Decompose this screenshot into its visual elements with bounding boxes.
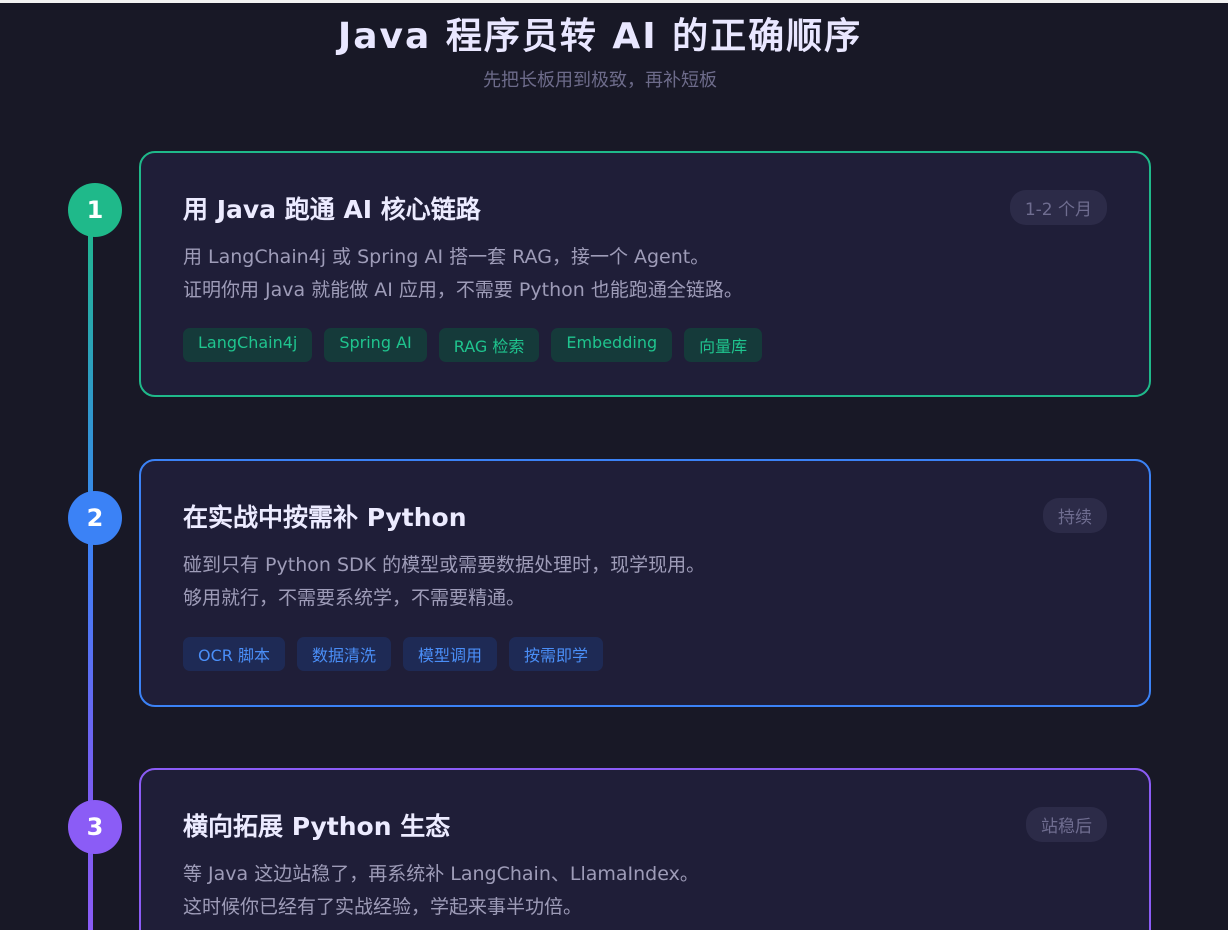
tag: 按需即学 <box>509 637 604 671</box>
step-2-card: 在实战中按需补 Python 持续 碰到只有 Python SDK 的模型或需要… <box>139 459 1151 707</box>
tag: 向量库 <box>684 328 763 362</box>
step-2-title: 在实战中按需补 Python <box>183 503 467 532</box>
step-3-card: 横向拓展 Python 生态 站稳后 等 Java 这边站稳了，再系统补 Lan… <box>139 768 1151 930</box>
step-1-description: 用 LangChain4j 或 Spring AI 搭一套 RAG，接一个 Ag… <box>183 241 743 307</box>
step-1-tags: LangChain4j Spring AI RAG 检索 Embedding 向… <box>183 328 763 362</box>
description-line: 等 Java 这边站稳了，再系统补 LangChain、LlamaIndex。 <box>183 863 699 885</box>
step-3-description: 等 Java 这边站稳了，再系统补 LangChain、LlamaIndex。 … <box>183 858 699 924</box>
description-line: 碰到只有 Python SDK 的模型或需要数据处理时，现学现用。 <box>183 554 706 576</box>
step-1-duration-badge: 1-2 个月 <box>1009 190 1107 225</box>
description-line: 这时候你已经有了实战经验，学起来事半功倍。 <box>183 896 583 918</box>
tag: 数据清洗 <box>296 637 391 671</box>
page-title: Java 程序员转 AI 的正确顺序 <box>337 16 863 57</box>
tag: Embedding <box>551 328 673 362</box>
step-1-marker: 1 <box>68 183 122 237</box>
tag: OCR 脚本 <box>183 637 285 671</box>
tag: RAG 检索 <box>438 328 540 362</box>
step-3-marker: 3 <box>68 800 122 854</box>
tag: LangChain4j <box>183 328 313 362</box>
roadmap-page: Java 程序员转 AI 的正确顺序 先把长板用到极致，再补短板 1 用 Jav… <box>0 0 1228 930</box>
tag: Spring AI <box>324 328 427 362</box>
tag: 模型调用 <box>403 637 498 671</box>
step-2-tags: OCR 脚本 数据清洗 模型调用 按需即学 <box>183 637 604 671</box>
step-3-duration-badge: 站稳后 <box>1026 807 1107 842</box>
step-3-title: 横向拓展 Python 生态 <box>183 812 451 841</box>
description-line: 证明你用 Java 就能做 AI 应用，不需要 Python 也能跑通全链路。 <box>183 279 743 301</box>
step-2-marker: 2 <box>68 491 122 545</box>
step-2-duration-badge: 持续 <box>1043 498 1107 533</box>
step-1-card: 用 Java 跑通 AI 核心链路 1-2 个月 用 LangChain4j 或… <box>139 151 1151 397</box>
step-2-description: 碰到只有 Python SDK 的模型或需要数据处理时，现学现用。 够用就行，不… <box>183 549 705 615</box>
description-line: 用 LangChain4j 或 Spring AI 搭一套 RAG，接一个 Ag… <box>183 246 710 268</box>
step-1-title: 用 Java 跑通 AI 核心链路 <box>183 195 481 224</box>
page-subtitle: 先把长板用到极致，再补短板 <box>483 70 717 91</box>
description-line: 够用就行，不需要系统学，不需要精通。 <box>183 587 526 609</box>
